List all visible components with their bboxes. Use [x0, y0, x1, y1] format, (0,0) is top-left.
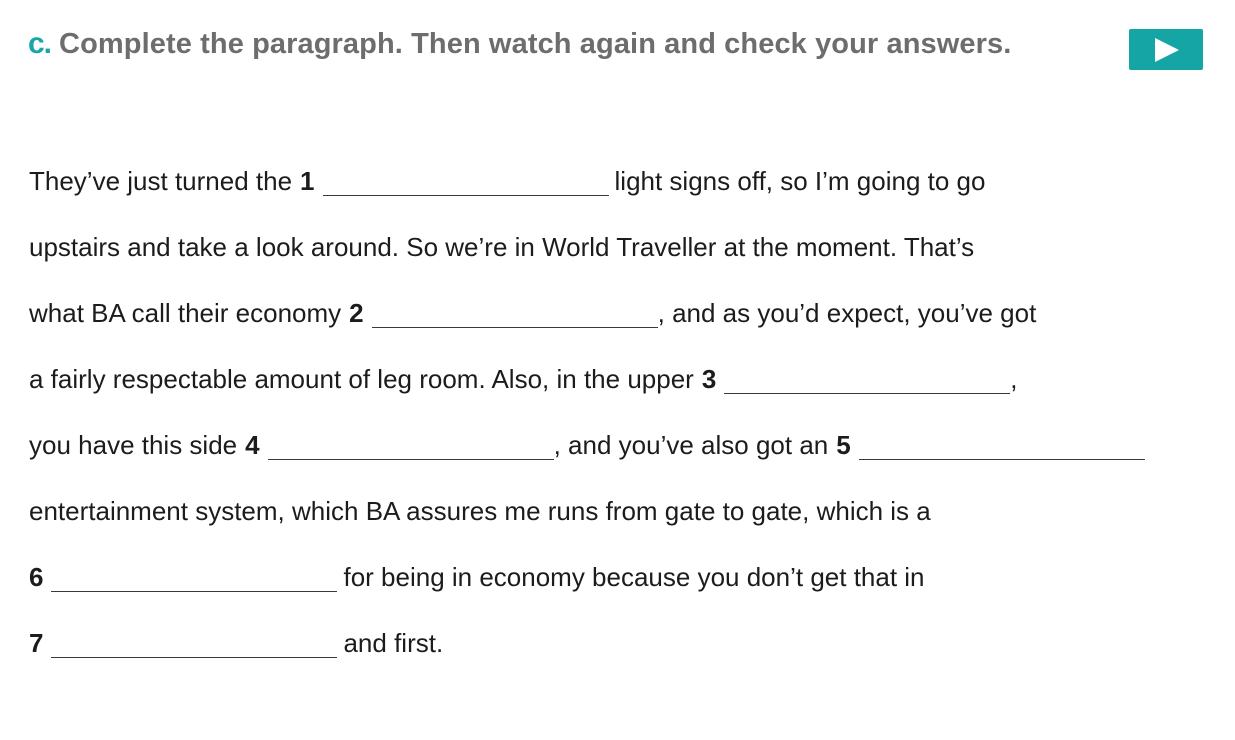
paragraph-line-4: a fairly respectable amount of leg room.…	[29, 346, 1219, 412]
answer-blank-1[interactable]	[322, 167, 609, 196]
answer-blank-7[interactable]	[51, 629, 338, 658]
gap-number-7: 7	[29, 627, 44, 658]
gap-number-1: 1	[300, 165, 315, 196]
paragraph-line-6: entertainment system, which BA assures m…	[29, 478, 1219, 544]
gap-number-4: 4	[245, 429, 260, 460]
paragraph-line-2: upstairs and take a look around. So we’r…	[29, 214, 1219, 280]
gap-number-2: 2	[349, 297, 364, 328]
passage-text: you have this side	[29, 429, 238, 460]
passage-text: for being in economy because you don’t g…	[343, 561, 925, 592]
gap-fill-paragraph: They’ve just turned the 1 light signs of…	[29, 148, 1219, 676]
instruction-text: Complete the paragraph. Then watch again…	[59, 27, 1012, 60]
exercise-header: c. Complete the paragraph. Then watch ag…	[28, 24, 1011, 64]
paragraph-line-1: They’ve just turned the 1 light signs of…	[29, 148, 1219, 214]
answer-blank-2[interactable]	[371, 299, 658, 328]
passage-text: upstairs and take a look around. So we’r…	[29, 231, 975, 262]
paragraph-line-5: you have this side 4 , and you’ve also g…	[29, 412, 1219, 478]
passage-text: They’ve just turned the	[29, 165, 293, 196]
paragraph-line-8: 7 and first.	[29, 610, 1219, 676]
passage-text: a fairly respectable amount of leg room.…	[29, 363, 694, 394]
play-icon	[1155, 38, 1179, 62]
answer-blank-6[interactable]	[51, 563, 338, 592]
passage-text: light signs off, so I’m going to go	[614, 165, 986, 196]
answer-blank-3[interactable]	[724, 365, 1011, 394]
passage-text: and first.	[343, 627, 444, 658]
play-video-button[interactable]	[1129, 29, 1203, 70]
paragraph-line-7: 6 for being in economy because you don’t…	[29, 544, 1219, 610]
paragraph-line-3: what BA call their economy 2 , and as yo…	[29, 280, 1219, 346]
answer-blank-4[interactable]	[267, 431, 554, 460]
passage-text: , and as you’d expect, you’ve got	[657, 297, 1037, 328]
passage-text: , and you’ve also got an	[553, 429, 829, 460]
passage-text: entertainment system, which BA assures m…	[29, 495, 931, 526]
answer-blank-5[interactable]	[858, 431, 1145, 460]
passage-text: ,	[1010, 363, 1018, 394]
passage-text: what BA call their economy	[29, 297, 342, 328]
gap-number-5: 5	[836, 429, 851, 460]
task-letter: c.	[28, 27, 52, 60]
gap-number-6: 6	[29, 561, 44, 592]
gap-number-3: 3	[701, 363, 717, 394]
